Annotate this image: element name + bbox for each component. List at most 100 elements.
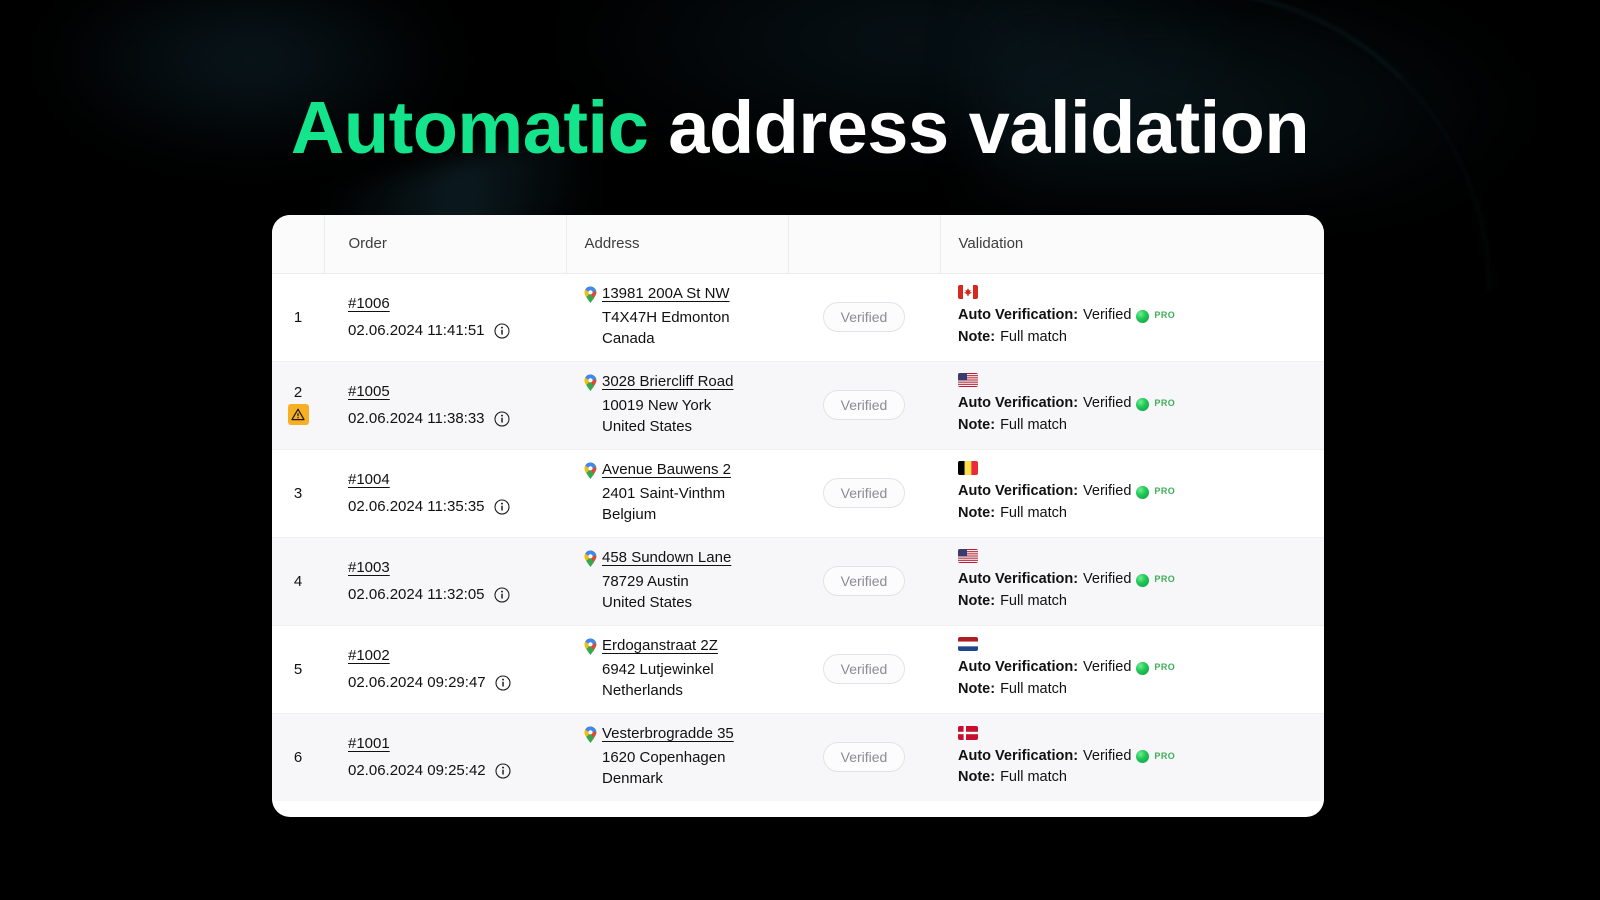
note-line: Note: Full match (958, 591, 1324, 613)
status-green-dot-icon (1136, 661, 1150, 675)
order-id-link[interactable]: #1001 (348, 735, 390, 752)
note-line: Note: Full match (958, 679, 1324, 701)
status-cell: Verified (788, 625, 940, 714)
verified-status-badge[interactable]: Verified (823, 742, 905, 773)
page-title-accent: Automatic (290, 86, 649, 169)
row-number-cell: 5 (272, 625, 324, 714)
verified-status-badge[interactable]: Verified (823, 302, 905, 332)
verified-status-badge[interactable]: Verified (823, 654, 905, 684)
page-title-rest: address validation (648, 86, 1310, 169)
column-header-address: Address (566, 215, 789, 274)
pro-badge: PRO (1154, 662, 1176, 673)
pro-badge: PRO (1154, 750, 1176, 761)
address-street-link[interactable]: 458 Sundown Lane (602, 549, 731, 566)
address-country: United States (602, 417, 693, 435)
info-icon[interactable] (493, 586, 510, 603)
info-icon[interactable] (493, 410, 510, 427)
status-green-dot-icon (1136, 485, 1150, 499)
note-label: Note: (958, 417, 996, 433)
address-country: Belgium (602, 505, 657, 523)
row-number-cell: 3 (272, 449, 324, 538)
order-date: 02.06.2024 11:32:05 (348, 586, 485, 603)
info-icon[interactable] (495, 674, 511, 691)
order-cell: #1002 02.06.2024 09:29:47 (324, 625, 566, 714)
order-date: 02.06.2024 09:25:42 (348, 762, 486, 780)
verified-status-badge[interactable]: Verified (823, 390, 905, 420)
row-number: 2 (293, 384, 303, 401)
note-value: Full match (1000, 505, 1067, 521)
status-green-dot-icon (1136, 309, 1150, 323)
belgium-flag (958, 461, 978, 476)
note-label: Note: (958, 681, 996, 697)
status-cell: Verified (788, 537, 940, 626)
united-states-flag (958, 373, 978, 388)
note-value: Full match (1000, 593, 1067, 609)
status-green-dot-icon (1136, 397, 1150, 411)
auto-verification-line: Auto Verification: Verified PRO (958, 305, 1324, 327)
order-cell: #1001 02.06.2024 09:25:42 (324, 713, 566, 801)
validation-cell: Auto Verification: Verified PRO Note: Full m… (940, 713, 1324, 801)
auto-verification-value: Verified (1083, 483, 1132, 500)
order-cell: #1006 02.06.2024 11:41:51 (324, 273, 566, 362)
address-cell: Avenue Bauwens 2 2401 Saint-Vinthm Belgium (566, 449, 788, 538)
auto-verification-value: Verified (1083, 747, 1132, 764)
validation-cell: Auto Verification: Verified PRO Note: Full m… (940, 273, 1324, 362)
table-row: 4 #1003 02.06.2024 11:32:05 458 Sundown Lan… (272, 537, 1324, 626)
order-id-link[interactable]: #1005 (348, 383, 390, 400)
info-icon[interactable] (493, 322, 510, 339)
pro-badge: PRO (1154, 574, 1176, 585)
auto-verification-label: Auto Verification: (958, 571, 1079, 588)
order-id-link[interactable]: #1002 (348, 647, 390, 664)
page-title: Automatic address validation (0, 88, 1600, 168)
address-cell: 458 Sundown Lane 78729 Austin United State… (566, 537, 788, 626)
map-pin-icon (584, 286, 597, 303)
pro-badge: PRO (1154, 486, 1176, 497)
note-label: Note: (958, 769, 996, 786)
address-city: 2401 Saint-Vinthm (602, 484, 726, 502)
row-number-cell: 1 (272, 273, 324, 362)
table-row: 5 #1002 02.06.2024 09:29:47 Erdoganstraat 2… (272, 625, 1324, 714)
address-street-link[interactable]: Erdoganstraat 2Z (602, 637, 718, 654)
row-number: 3 (293, 484, 303, 502)
canada-flag (958, 285, 978, 300)
address-street-link[interactable]: 13981 200A St NW (602, 285, 730, 302)
order-date: 02.06.2024 11:41:51 (348, 322, 485, 339)
map-pin-icon (584, 374, 597, 391)
order-id-link[interactable]: #1004 (348, 471, 390, 488)
netherlands-flag (958, 637, 978, 652)
status-green-dot-icon (1136, 573, 1150, 587)
note-value: Full match (1000, 417, 1067, 433)
address-city: T4X47H Edmonton (602, 308, 730, 326)
verified-status-badge[interactable]: Verified (823, 478, 905, 508)
row-number: 5 (293, 660, 303, 678)
verified-status-badge[interactable]: Verified (823, 566, 905, 596)
table-row: 1 #1006 02.06.2024 11:41:51 13981 200A St N… (272, 273, 1324, 362)
order-id-link[interactable]: #1006 (348, 295, 390, 312)
row-number-cell: 4 (272, 537, 324, 626)
order-id-link[interactable]: #1003 (348, 559, 390, 576)
column-header-order: Order (324, 215, 567, 274)
address-country: Denmark (602, 769, 663, 787)
info-icon[interactable] (495, 763, 511, 779)
info-icon[interactable] (493, 498, 510, 515)
column-header-validation: Validation (940, 215, 1324, 274)
map-pin-icon (584, 638, 597, 655)
auto-verification-line: Auto Verification: Verified PRO (958, 393, 1324, 415)
auto-verification-line: Auto Verification: Verified PRO (958, 481, 1324, 503)
address-street-link[interactable]: 3028 Briercliff Road (602, 373, 733, 390)
column-header-number (272, 215, 325, 274)
auto-verification-line: Auto Verification: Verified PRO (958, 746, 1324, 768)
status-green-dot-icon (1136, 749, 1150, 763)
auto-verification-label: Auto Verification: (958, 307, 1079, 324)
order-cell: #1004 02.06.2024 11:35:35 (324, 449, 566, 538)
validation-cell: Auto Verification: Verified PRO Note: Full m… (940, 537, 1324, 626)
warning-icon[interactable] (287, 404, 309, 425)
status-cell: Verified (788, 273, 940, 362)
address-street-link[interactable]: Avenue Bauwens 2 (602, 461, 731, 478)
note-label: Note: (958, 329, 996, 345)
address-country: Netherlands (602, 681, 683, 699)
row-number-cell: 2 (272, 361, 324, 450)
status-cell: Verified (788, 713, 940, 801)
note-label: Note: (958, 593, 996, 609)
address-street-link[interactable]: Vesterbrogradde 35 (602, 725, 734, 742)
